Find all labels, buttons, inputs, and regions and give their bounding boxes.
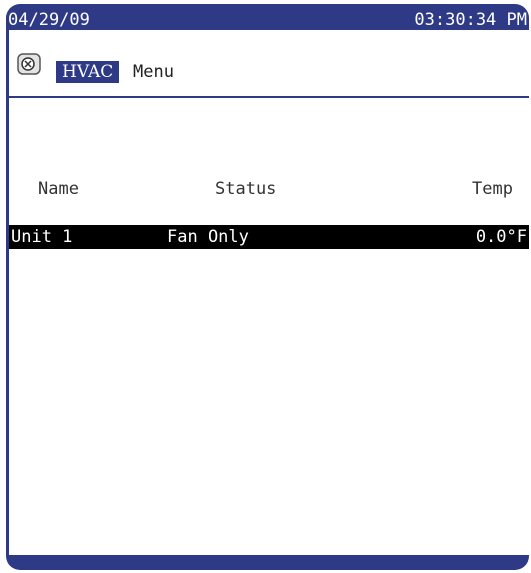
- date-display: 04/29/09: [8, 10, 90, 30]
- unit-name: Unit 1: [11, 227, 73, 247]
- time-display: 03:30:34 PM: [414, 10, 527, 30]
- column-header-name: Name: [38, 179, 79, 199]
- table-row[interactable]: Unit 1 Fan Only 0.0°F: [9, 225, 529, 249]
- column-header-status: Status: [215, 179, 277, 199]
- hvac-menu-tab[interactable]: HVAC: [56, 61, 120, 83]
- device-frame: 04/29/09 03:30:34 PM HVAC Menu Name Stat…: [6, 4, 529, 570]
- hvac-unit-icon[interactable]: [17, 52, 43, 76]
- menu-header: HVAC Menu: [9, 30, 529, 93]
- screen-area: HVAC Menu Name Status Temp Unit 1 Fan On…: [9, 30, 529, 555]
- unit-status: Fan Only: [167, 227, 249, 247]
- menu-label[interactable]: Menu: [133, 61, 174, 83]
- column-header-temp: Temp: [472, 179, 513, 199]
- header-divider: [9, 96, 529, 98]
- unit-temp: 0.0°F: [475, 227, 527, 247]
